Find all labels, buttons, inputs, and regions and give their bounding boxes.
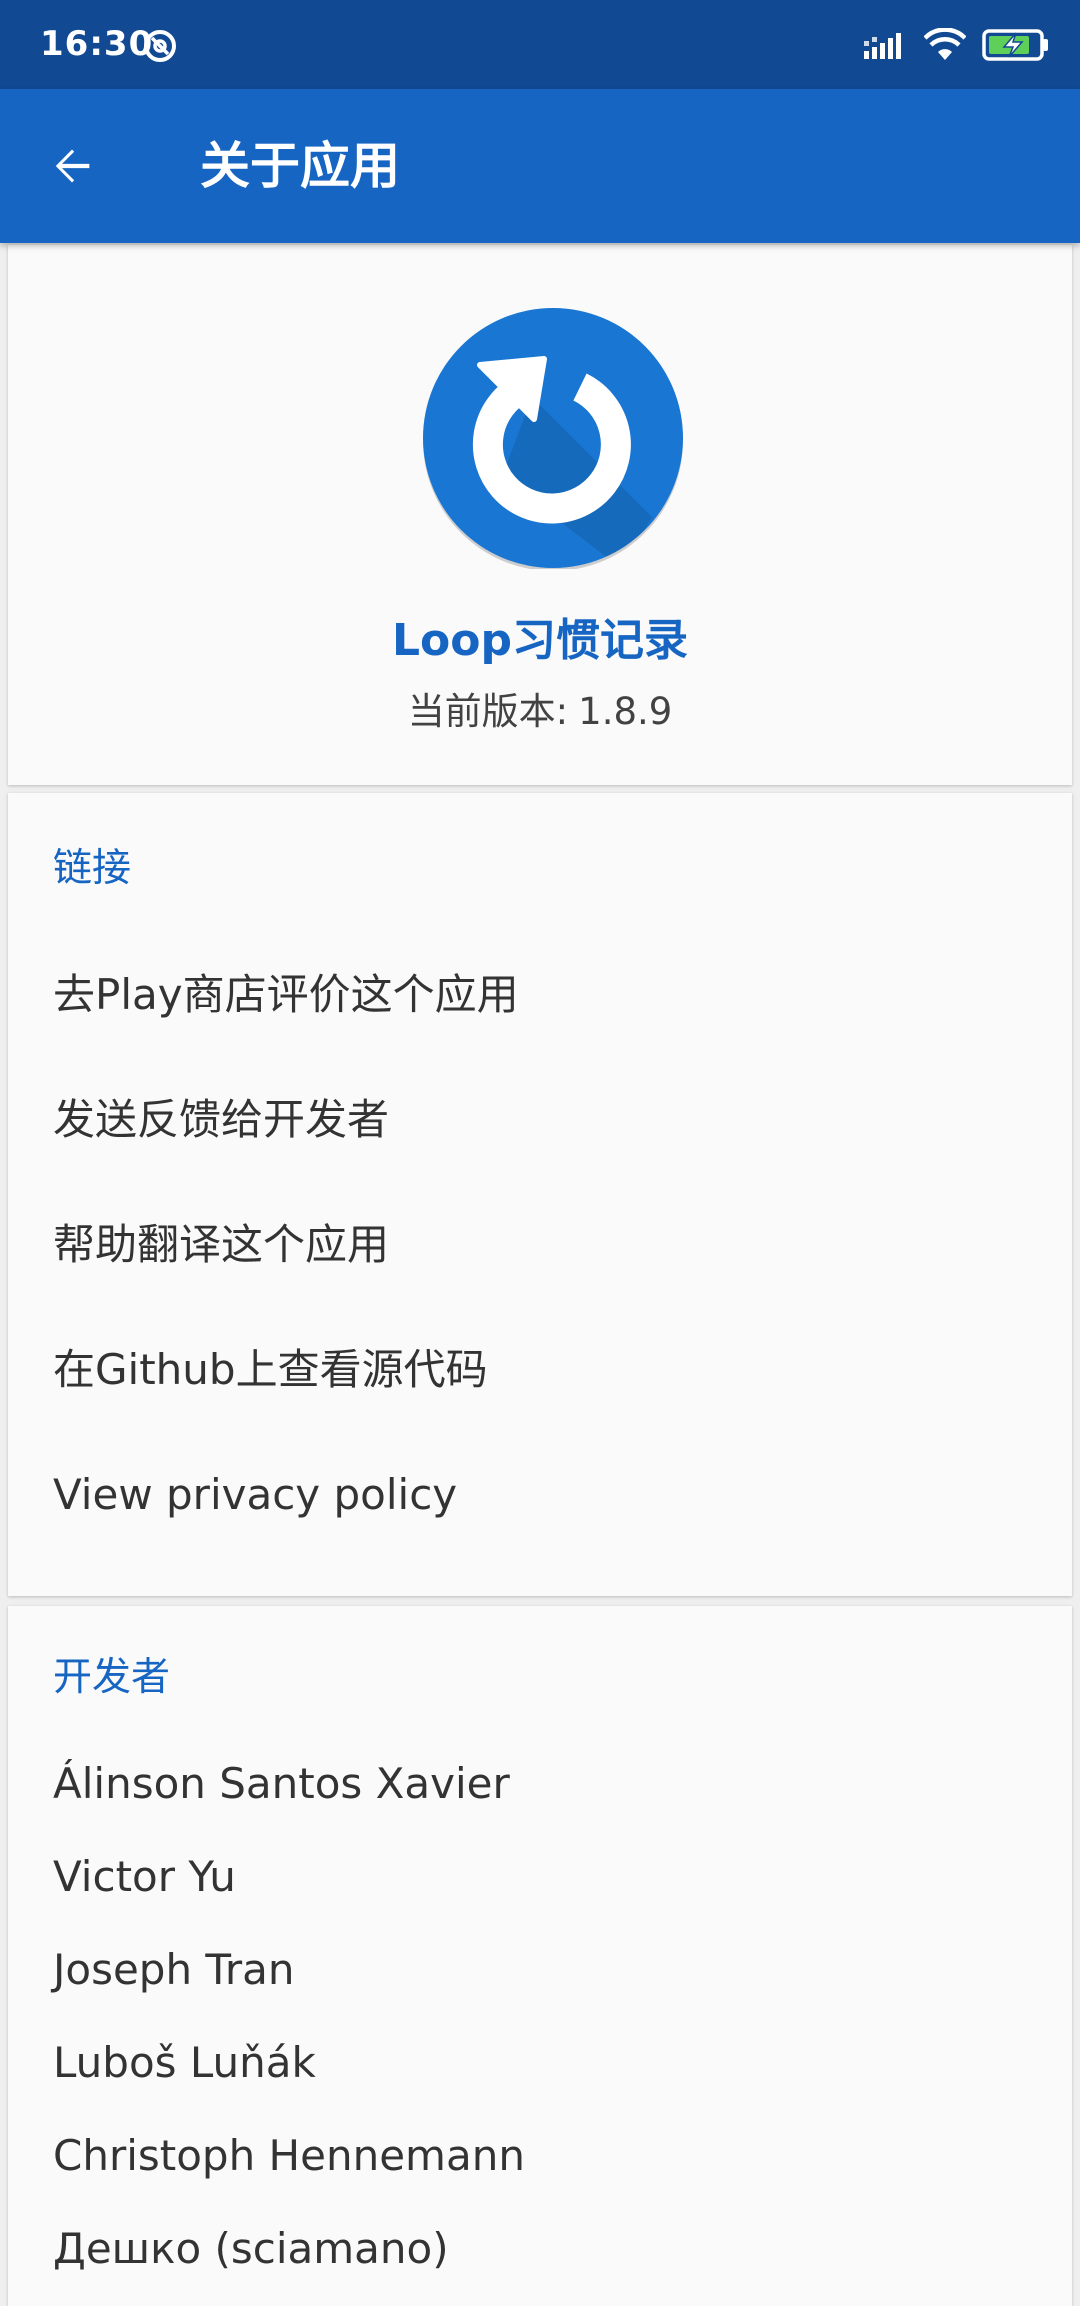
app-bar: 关于应用 [0, 89, 1080, 243]
wifi-icon [924, 28, 966, 60]
link-rate-play-store[interactable]: 去Play商店评价这个应用 [53, 967, 519, 1023]
loop-refresh-icon [423, 308, 683, 569]
developer-item: Joseph Tran [53, 1945, 295, 1994]
app-info-card: Loop习惯记录 当前版本: 1.8.9 [8, 245, 1072, 785]
at-icon [144, 30, 176, 62]
status-icons [864, 24, 1050, 66]
section-title-links: 链接 [53, 846, 132, 891]
developer-item: Дешко (sciamano) [53, 2224, 449, 2273]
link-send-feedback[interactable]: 发送反馈给开发者 [53, 1092, 389, 1148]
developer-item: Luboš Luňák [53, 2038, 316, 2087]
status-time: 16:30 [40, 24, 154, 64]
developers-card: 开发者 Álinson Santos Xavier Victor Yu Jose… [8, 1606, 1072, 2306]
link-view-source-github[interactable]: 在Github上查看源代码 [53, 1342, 488, 1398]
link-privacy-policy[interactable]: View privacy policy [53, 1467, 457, 1523]
app-name: Loop习惯记录 [392, 615, 688, 666]
back-button[interactable] [36, 130, 108, 202]
status-bar: 16:30 [0, 0, 1080, 89]
version-number: 1.8.9 [578, 690, 673, 733]
developer-item: Victor Yu [53, 1852, 236, 1901]
app-version: 当前版本: 1.8.9 [8, 687, 1072, 737]
developer-item: Álinson Santos Xavier [53, 1759, 510, 1808]
version-label: 当前版本: [407, 690, 569, 733]
page-title: 关于应用 [200, 137, 400, 195]
link-help-translate[interactable]: 帮助翻译这个应用 [53, 1217, 389, 1273]
section-title-developers: 开发者 [53, 1655, 171, 1700]
links-card: 链接 去Play商店评价这个应用 发送反馈给开发者 帮助翻译这个应用 在Gith… [8, 793, 1072, 1596]
arrow-left-icon [55, 149, 90, 183]
signal-icon [864, 33, 901, 59]
developer-item: Christoph Hennemann [53, 2131, 525, 2180]
battery-charging-icon [982, 29, 1048, 61]
